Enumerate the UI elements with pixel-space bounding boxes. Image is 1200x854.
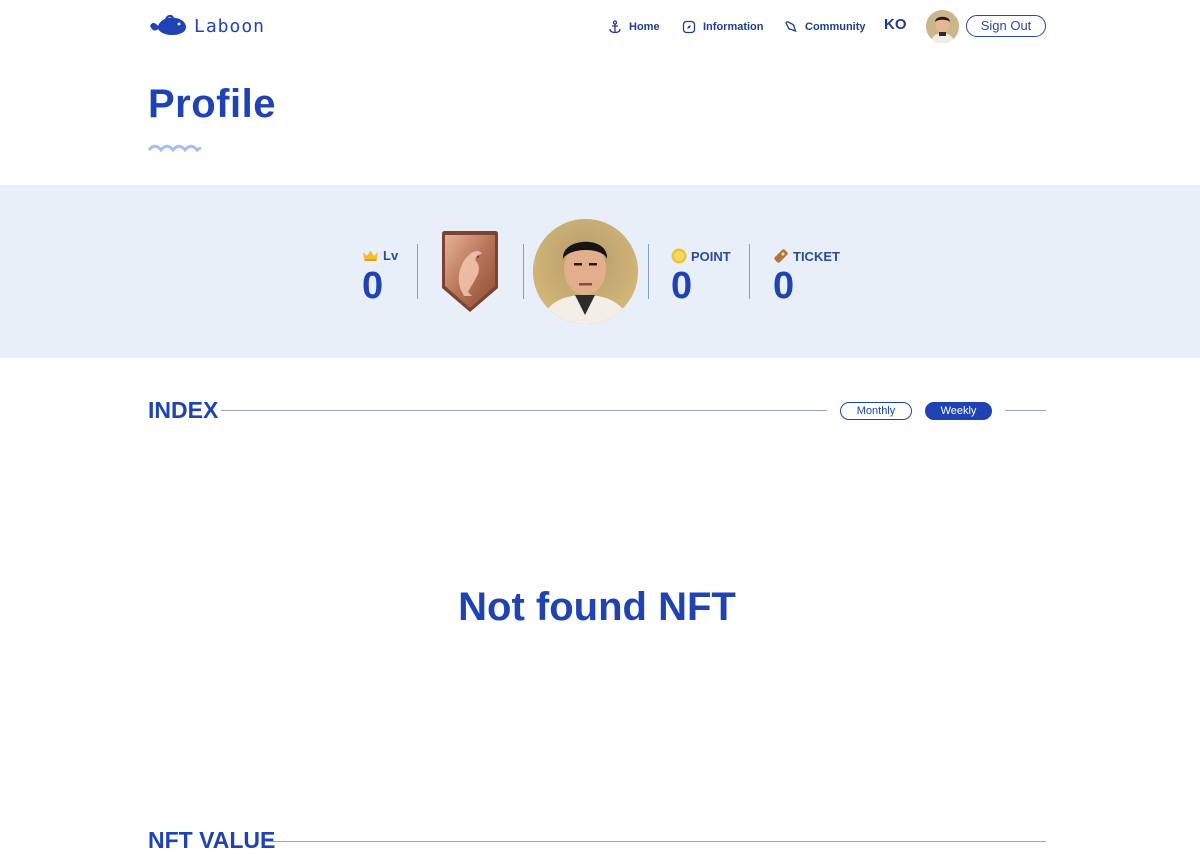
nav-home-label: Home xyxy=(629,21,660,33)
tab-weekly[interactable]: Weekly xyxy=(925,402,992,420)
stat-divider xyxy=(523,244,524,299)
dolphin-badge-icon xyxy=(442,231,498,312)
nav-information[interactable]: Information xyxy=(682,17,764,37)
level-label-text: Lv xyxy=(383,248,399,263)
anchor-icon xyxy=(609,20,621,34)
user-avatar-small[interactable] xyxy=(926,10,959,43)
laboon-logo[interactable]: Laboon xyxy=(148,12,265,40)
logo-wordmark: Laboon xyxy=(194,15,266,37)
point-label: POINT xyxy=(671,248,731,264)
tab-monthly[interactable]: Monthly xyxy=(840,402,912,420)
empty-state-message: Not found NFT xyxy=(458,585,736,629)
nft-value-section-title: NFT VALUE xyxy=(148,827,276,853)
stat-divider xyxy=(749,244,750,299)
nft-value-rule xyxy=(266,841,1046,842)
top-navigation-bar: Laboon Home Information Community KO Sig… xyxy=(0,0,1200,52)
level-label: Lv xyxy=(362,248,398,263)
index-rule xyxy=(221,410,827,411)
nav-information-label: Information xyxy=(703,21,764,33)
nav-community[interactable]: Community xyxy=(784,17,866,37)
stat-divider xyxy=(417,244,418,299)
index-rule-end xyxy=(1005,410,1046,411)
level-value: 0 xyxy=(362,265,384,307)
compass-icon xyxy=(682,20,696,34)
chat-icon xyxy=(785,21,797,33)
ticket-value: 0 xyxy=(773,265,795,307)
page-title: Profile xyxy=(148,82,276,126)
ticket-label: TICKET xyxy=(773,248,840,264)
whale-logo-icon xyxy=(150,14,186,35)
nav-home[interactable]: Home xyxy=(608,17,660,37)
wave-decoration-icon xyxy=(148,144,202,153)
ticket-label-text: TICKET xyxy=(793,248,840,264)
index-section-title: INDEX xyxy=(148,397,219,423)
sign-out-button[interactable]: Sign Out xyxy=(966,15,1046,37)
point-label-text: POINT xyxy=(691,248,731,264)
coin-icon xyxy=(671,248,687,264)
point-value: 0 xyxy=(671,265,693,307)
nav-community-label: Community xyxy=(805,21,866,33)
profile-avatar[interactable] xyxy=(533,219,638,324)
language-toggle[interactable]: KO xyxy=(884,16,907,36)
stat-divider xyxy=(648,244,649,299)
ticket-icon xyxy=(774,249,788,263)
crown-icon xyxy=(363,250,378,261)
